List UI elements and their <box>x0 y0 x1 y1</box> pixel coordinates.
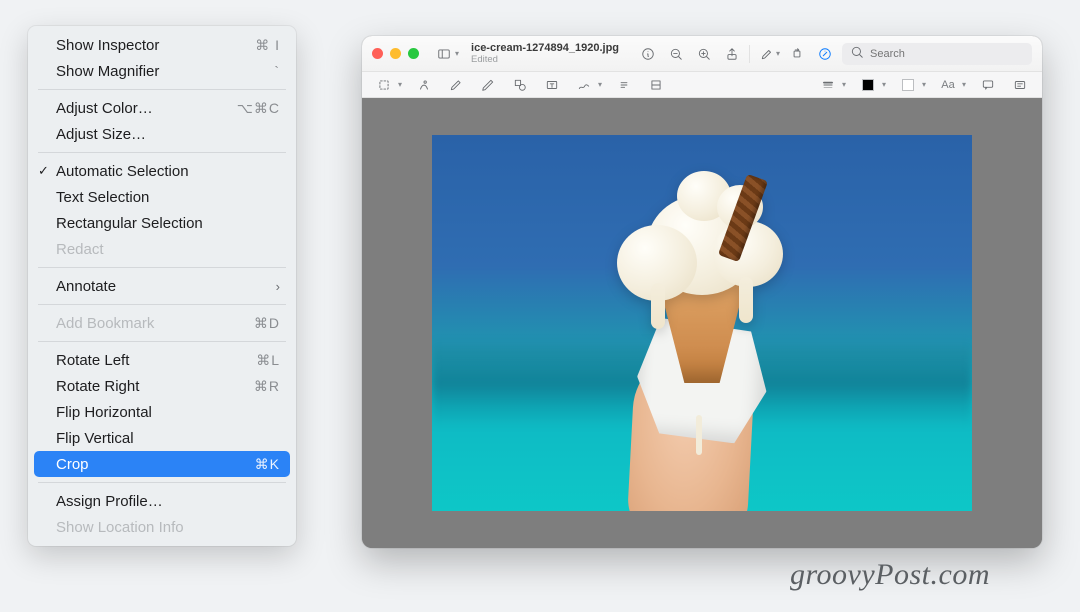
menu-item-label: Automatic Selection <box>56 163 280 180</box>
adjust-tool[interactable] <box>646 76 666 94</box>
menu-separator <box>38 267 286 268</box>
menu-item-rotate-right[interactable]: Rotate Right⌘R <box>34 373 290 399</box>
menu-item-label: Show Location Info <box>56 519 280 536</box>
share-button[interactable] <box>721 43 743 65</box>
selection-caret[interactable]: ▾ <box>398 80 402 89</box>
sign-caret[interactable]: ▾ <box>598 80 602 89</box>
info-button[interactable] <box>637 43 659 65</box>
annotate-speech-tool[interactable] <box>978 76 998 94</box>
toolbar-separator <box>749 45 750 63</box>
sketch-tool[interactable] <box>446 76 466 94</box>
image-content <box>432 135 972 511</box>
title-block: ice-cream-1274894_1920.jpg Edited <box>471 42 629 65</box>
illustration-drip <box>696 415 702 455</box>
menu-item-adjust-color[interactable]: Adjust Color…⌥⌘C <box>34 95 290 121</box>
note-tool[interactable] <box>614 76 634 94</box>
menu-item-shortcut: ⌘R <box>254 378 280 395</box>
menu-item-label: Crop <box>56 456 255 473</box>
menu-item-label: Redact <box>56 241 280 258</box>
menu-item-shortcut: ⌘K <box>255 456 280 473</box>
rotate-button[interactable] <box>786 43 808 65</box>
menu-item-automatic-selection[interactable]: ✓ Automatic Selection <box>34 158 290 184</box>
titlebar: ▾ ice-cream-1274894_1920.jpg Edited ▾ <box>362 36 1042 72</box>
checkmark-icon: ✓ <box>38 163 49 179</box>
sign-tool[interactable] <box>574 76 594 94</box>
menu-item-flip-vertical[interactable]: Flip Vertical <box>34 425 290 451</box>
markup-toolbar: ▾ ▾ ▾ ▾ ▾ Aa ▾ <box>362 72 1042 98</box>
sidebar-dropdown-caret[interactable]: ▾ <box>455 49 459 58</box>
highlight-button[interactable] <box>756 43 778 65</box>
zoom-in-button[interactable] <box>693 43 715 65</box>
menu-item-adjust-size[interactable]: Adjust Size… <box>34 121 290 147</box>
traffic-lights <box>372 48 419 59</box>
search-icon <box>850 45 864 62</box>
menu-item-show-location-info: Show Location Info <box>34 514 290 540</box>
menu-item-label: Rotate Right <box>56 378 254 395</box>
menu-separator <box>38 482 286 483</box>
menu-item-label: Flip Horizontal <box>56 404 280 421</box>
menu-item-label: Annotate <box>56 278 276 295</box>
sidebar-toggle-button[interactable] <box>433 43 455 65</box>
menu-item-label: Adjust Size… <box>56 126 280 143</box>
fill-color-tool[interactable] <box>898 76 918 94</box>
menu-item-label: Show Inspector <box>56 37 255 54</box>
toolbar-main-group: ▾ <box>637 43 1032 65</box>
menu-item-shortcut: ⌥⌘C <box>237 100 280 117</box>
image-canvas[interactable] <box>362 98 1042 548</box>
markup-toolbar-button[interactable] <box>814 43 836 65</box>
menu-item-label: Text Selection <box>56 189 280 206</box>
search-input[interactable] <box>870 48 1024 60</box>
menu-item-annotate[interactable]: Annotate› <box>34 273 290 299</box>
border-color-tool[interactable] <box>858 76 878 94</box>
chevron-right-icon: › <box>276 279 280 294</box>
menu-item-label: Flip Vertical <box>56 430 280 447</box>
menu-item-label: Rectangular Selection <box>56 215 280 232</box>
menu-separator <box>38 152 286 153</box>
menu-item-assign-profile[interactable]: Assign Profile… <box>34 488 290 514</box>
zoom-out-button[interactable] <box>665 43 687 65</box>
menu-separator <box>38 89 286 90</box>
menu-item-rotate-left[interactable]: Rotate Left⌘L <box>34 347 290 373</box>
menu-item-label: Adjust Color… <box>56 100 237 117</box>
menu-item-show-inspector[interactable]: Show Inspector⌘ I <box>34 32 290 58</box>
close-window-button[interactable] <box>372 48 383 59</box>
edited-status-label: Edited <box>471 54 629 65</box>
instant-alpha-tool[interactable] <box>414 76 434 94</box>
menu-item-label: Assign Profile… <box>56 493 280 510</box>
menu-item-label: Add Bookmark <box>56 315 254 332</box>
shapes-tool[interactable] <box>510 76 530 94</box>
text-style-tool[interactable]: Aa <box>938 76 958 94</box>
menu-item-rectangular-selection[interactable]: Rectangular Selection <box>34 210 290 236</box>
maximize-window-button[interactable] <box>408 48 419 59</box>
selection-tool[interactable] <box>374 76 394 94</box>
menu-separator <box>38 304 286 305</box>
filename-label: ice-cream-1274894_1920.jpg <box>471 42 629 54</box>
menu-item-shortcut: ` <box>274 63 280 79</box>
description-tool[interactable] <box>1010 76 1030 94</box>
shape-style-tool[interactable] <box>818 76 838 94</box>
tools-context-menu[interactable]: Show Inspector⌘ IShow Magnifier`Adjust C… <box>28 26 296 546</box>
menu-item-show-magnifier[interactable]: Show Magnifier` <box>34 58 290 84</box>
watermark-text: groovyPost.com <box>790 558 990 592</box>
menu-item-redact: Redact <box>34 236 290 262</box>
menu-item-add-bookmark: Add Bookmark⌘D <box>34 310 290 336</box>
draw-tool[interactable] <box>478 76 498 94</box>
menu-item-label: Show Magnifier <box>56 63 274 80</box>
menu-item-flip-horizontal[interactable]: Flip Horizontal <box>34 399 290 425</box>
highlight-dropdown-caret[interactable]: ▾ <box>776 49 780 58</box>
menu-item-text-selection[interactable]: Text Selection <box>34 184 290 210</box>
menu-item-shortcut: ⌘L <box>256 352 280 369</box>
menu-separator <box>38 341 286 342</box>
minimize-window-button[interactable] <box>390 48 401 59</box>
menu-item-shortcut: ⌘ I <box>255 37 280 54</box>
menu-item-label: Rotate Left <box>56 352 256 369</box>
menu-item-shortcut: ⌘D <box>254 315 280 332</box>
preview-window: ▾ ice-cream-1274894_1920.jpg Edited ▾ <box>362 36 1042 548</box>
search-field[interactable] <box>842 43 1032 65</box>
text-tool[interactable] <box>542 76 562 94</box>
menu-item-crop[interactable]: Crop⌘K <box>34 451 290 477</box>
